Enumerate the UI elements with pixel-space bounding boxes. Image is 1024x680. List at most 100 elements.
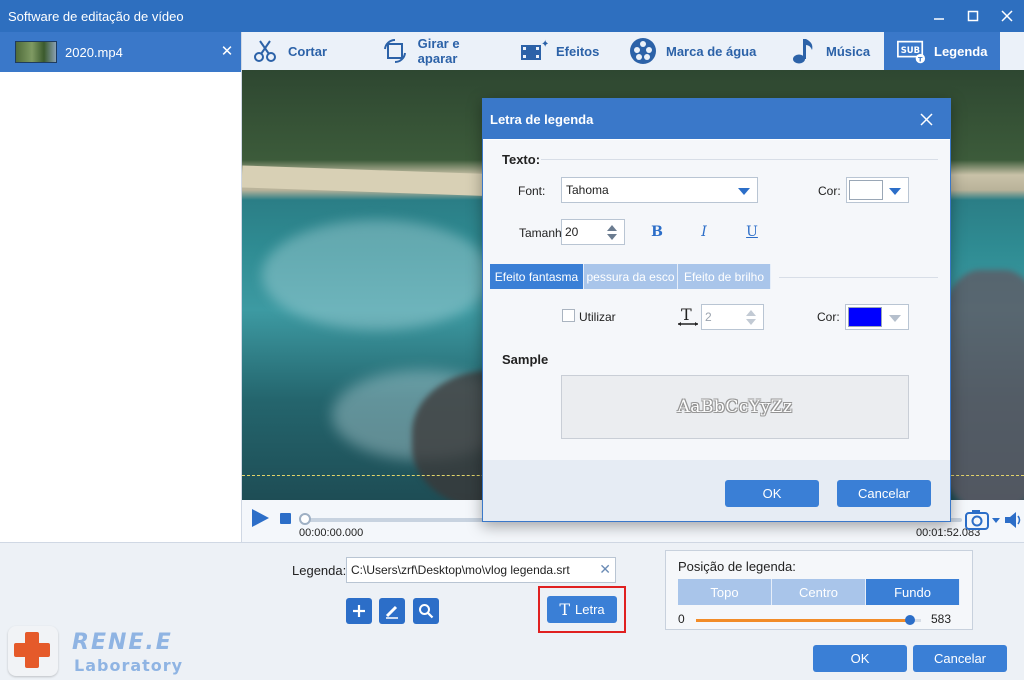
text-icon: T [559,600,571,619]
effect-color-swatch [848,307,882,327]
position-centro[interactable]: Centro [772,579,866,605]
search-subtitle-button[interactable] [413,598,439,624]
crop-icon [250,36,280,66]
letra-button[interactable]: T Letra [547,596,617,623]
use-effect-label: Utilizar [579,310,616,324]
current-time: 00:00:00.000 [299,527,364,539]
font-select[interactable]: Tahoma [561,177,758,203]
clear-icon[interactable]: ✕ [599,561,611,578]
ok-button[interactable]: OK [813,645,907,672]
effect-color-label: Cor: [817,310,840,324]
text-color-picker[interactable] [846,177,909,203]
use-effect-checkbox[interactable] [562,309,575,322]
chevron-down-icon [889,315,901,322]
file-name: 2020.mp4 [65,44,123,60]
size-stepper[interactable]: 20 [561,219,625,245]
snapshot-icon[interactable] [964,508,1004,532]
watermark-icon [628,36,658,66]
bold-button[interactable]: B [647,222,667,242]
thickness-stepper[interactable]: 2 [701,304,764,330]
svg-text:✦: ✦ [541,39,548,50]
search-icon [419,604,434,619]
letra-highlight: T Letra [538,586,626,633]
pencil-icon [385,605,398,619]
position-slider-max: 583 [931,612,952,626]
position-slider-fill [696,619,910,622]
position-segmented-control: Topo Centro Fundo [678,579,960,605]
window-controls [922,0,1024,32]
subtitle-file-field[interactable]: C:\Users\zrf\Desktop\mo\vlog legenda.srt… [346,557,616,583]
stepper-up-icon[interactable] [746,310,756,316]
rotate-crop-icon [380,36,410,66]
tab-cortar-label: Cortar [288,43,328,59]
sample-preview: AaBbCcYyZz [561,375,909,439]
tab-espessura[interactable]: pessura da esco [584,264,678,289]
subtitle-file-path: C:\Users\zrf\Desktop\mo\vlog legenda.srt [351,563,570,577]
position-slider[interactable] [696,615,921,625]
divider [541,159,938,160]
dialog-footer: OK Cancelar [483,460,950,521]
tab-efeitos[interactable]: ✦ Efeitos [510,32,620,70]
tab-marca-label: Marca de água [666,43,757,59]
edit-subtitle-button[interactable] [379,598,405,624]
stepper-down-icon[interactable] [607,234,617,240]
remove-file-icon[interactable]: ✕ [219,42,235,60]
maximize-icon[interactable] [956,0,990,32]
text-color-swatch [849,180,883,200]
thickness-value: 2 [705,310,712,324]
dialog-cancel-button[interactable]: Cancelar [837,480,931,507]
tab-musica[interactable]: Música [780,32,884,70]
effect-tabs: Efeito fantasma pessura da esco Efeito d… [490,264,771,289]
logo-cross-icon [8,626,58,676]
size-value: 20 [565,225,579,239]
stepper-up-icon[interactable] [607,225,617,231]
font-label: Font: [518,184,546,198]
dialog-body: Texto: Font: Tahoma Cor: Tamanh 20 B I U… [483,140,950,460]
volume-icon[interactable] [1004,509,1024,531]
italic-button[interactable]: I [694,222,714,242]
add-subtitle-button[interactable] [346,598,372,624]
minimize-icon[interactable] [922,0,956,32]
font-value: Tahoma [566,183,609,197]
cancel-button[interactable]: Cancelar [913,645,1007,672]
svg-text:SUB: SUB [901,45,920,55]
rene-e-logo: RENE.E Laboratory [4,624,182,679]
tab-musica-label: Música [826,43,871,59]
plus-icon [353,605,365,617]
progress-knob[interactable] [299,513,311,525]
size-label: Tamanh [519,226,562,240]
music-icon [788,36,818,66]
text-thickness-icon: T [677,304,699,326]
letra-button-label: Letra [575,602,605,617]
text-section-label: Texto: [502,152,541,167]
tab-efeitos-label: Efeitos [556,43,600,59]
video-foam [262,220,492,330]
title-bar: Software de editação de vídeo [0,0,1024,32]
dialog-title: Letra de legenda [490,111,594,127]
window-title: Software de editação de vídeo [8,8,184,24]
position-slider-knob[interactable] [904,615,915,625]
video-shore [242,165,503,197]
file-list-panel: 2020.mp4 ✕ [0,32,242,542]
underline-button[interactable]: U [742,222,762,242]
play-icon[interactable] [250,508,270,528]
tab-legenda[interactable]: SUB T Legenda [884,32,1000,70]
file-item[interactable]: 2020.mp4 ✕ [0,32,241,72]
svg-text:T: T [681,305,692,324]
stepper-down-icon[interactable] [746,319,756,325]
tab-efeito-fantasma[interactable]: Efeito fantasma [490,264,584,289]
logo-brand: RENE.E [72,630,173,655]
tab-girar-label: Girar e aparar [417,36,460,66]
close-icon[interactable] [990,0,1024,32]
position-fundo[interactable]: Fundo [866,579,960,605]
tab-cortar[interactable]: Cortar [242,32,372,70]
dialog-close-icon[interactable] [916,109,936,129]
tab-marca-de-agua[interactable]: Marca de água [620,32,780,70]
tab-efeito-brilho[interactable]: Efeito de brilho [678,264,771,289]
dialog-ok-button[interactable]: OK [725,480,819,507]
effect-color-picker[interactable] [845,304,909,330]
stop-icon[interactable] [280,513,291,524]
position-topo[interactable]: Topo [678,579,772,605]
tab-girar-e-aparar[interactable]: Girar e aparar [372,32,510,70]
video-thumbnail [15,41,57,63]
